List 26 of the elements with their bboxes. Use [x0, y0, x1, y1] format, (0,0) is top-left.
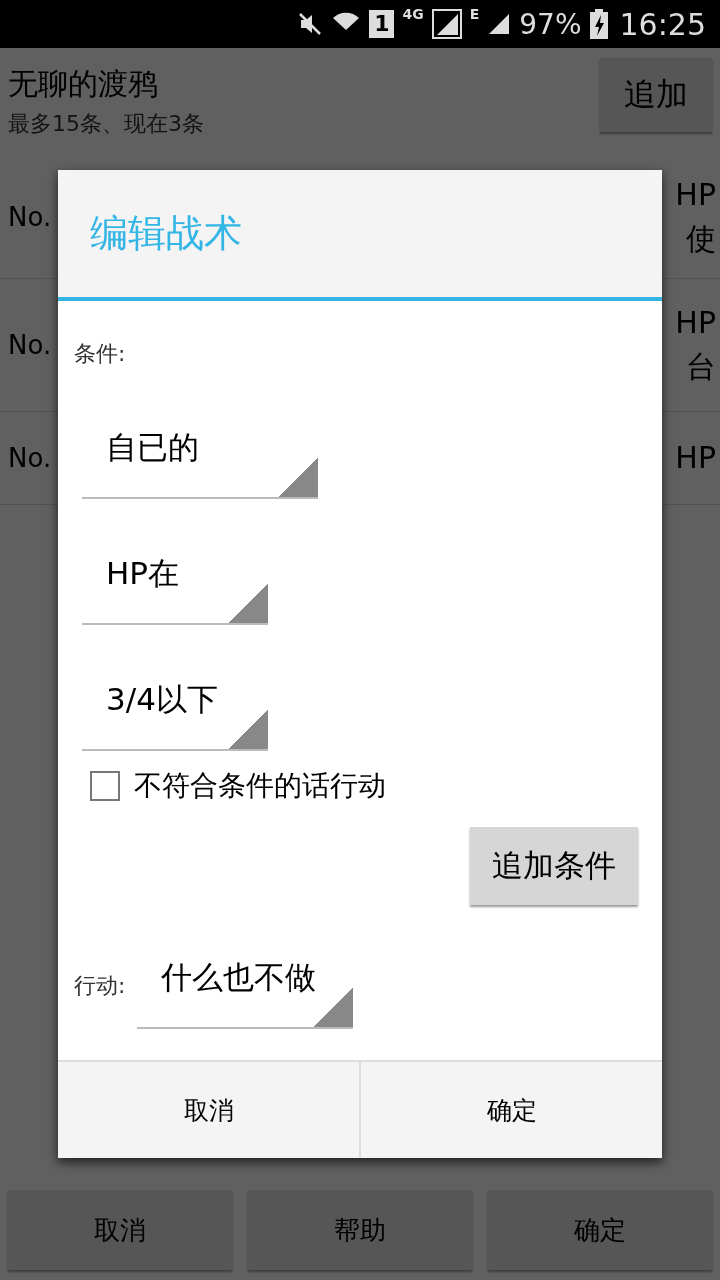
tactic-text: 台: [686, 348, 716, 386]
dialog-title: 编辑战术: [90, 210, 242, 257]
signal-icon: [487, 12, 512, 36]
tactic-text: HP: [675, 176, 716, 214]
condition-label: 条件:: [74, 340, 127, 368]
row-number: No.: [8, 443, 52, 473]
tactic-text: 使: [686, 220, 716, 258]
dialog-button[interactable]: 取消: [58, 1062, 359, 1158]
sim-icon: 1: [369, 10, 395, 38]
battery-level: 97%: [519, 7, 582, 41]
action-label: 行动:: [74, 972, 126, 1000]
clock: 16:25: [619, 6, 706, 42]
add-condition-button[interactable]: 追加条件: [470, 827, 638, 905]
network-label: E: [469, 6, 480, 22]
tactic-text: HP: [675, 439, 716, 477]
signal-icon: [431, 9, 462, 39]
dialog-button[interactable]: 确定: [359, 1062, 662, 1158]
checkbox[interactable]: [90, 771, 120, 801]
list-title: 无聊的渡鸦: [8, 65, 159, 103]
row-number: No.: [8, 202, 52, 232]
tactic-text: HP: [675, 304, 716, 342]
battery-charging-icon: [589, 9, 608, 39]
count-label: 最多15条、现在3条: [8, 110, 204, 138]
network-label: 4G: [402, 6, 424, 22]
row-number: No.: [8, 330, 52, 360]
checkbox-label: 不符合条件的话行动: [134, 768, 386, 804]
